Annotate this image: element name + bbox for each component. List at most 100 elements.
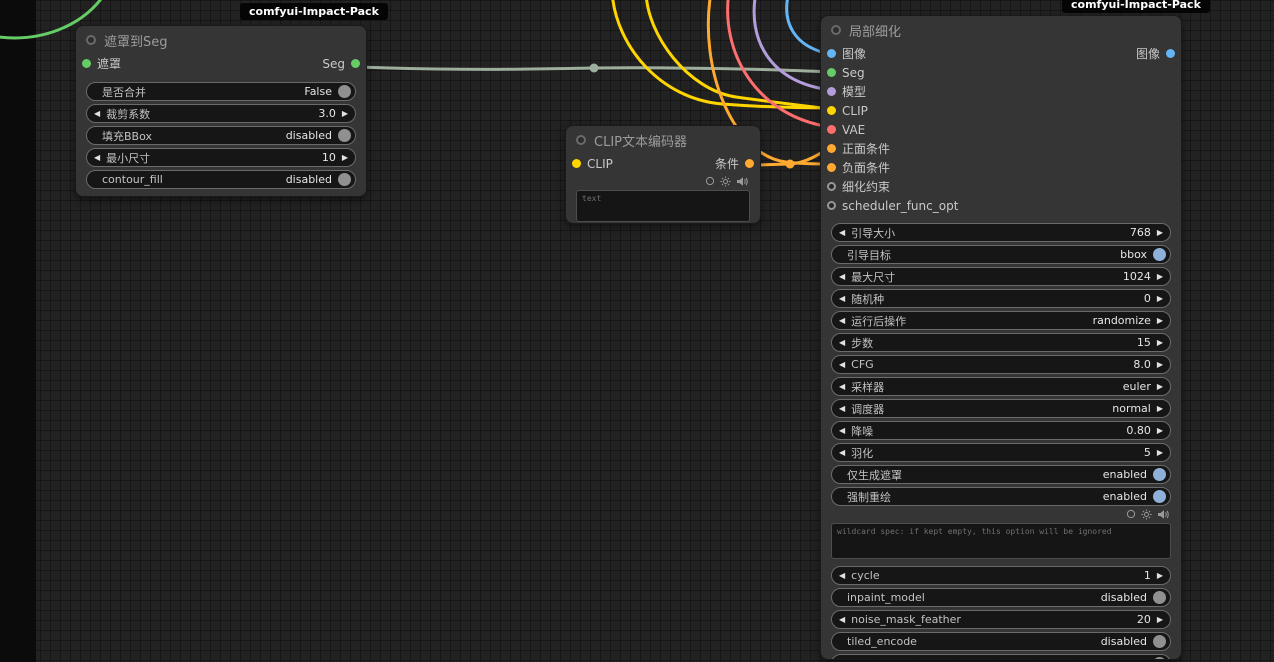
decrement-arrow-icon[interactable]: ◀: [94, 110, 100, 118]
decrement-arrow-icon[interactable]: ◀: [839, 427, 845, 435]
port-dot[interactable]: [827, 144, 836, 153]
toggle-knob[interactable]: [1153, 490, 1166, 503]
port-dot[interactable]: [745, 159, 754, 168]
decrement-arrow-icon[interactable]: ◀: [839, 339, 845, 347]
decrement-arrow-icon[interactable]: ◀: [839, 449, 845, 457]
input-port-negative-conditioning[interactable]: 负面条件: [827, 159, 890, 176]
widget-feather[interactable]: ◀ 羽化 5 ▶: [831, 443, 1171, 462]
output-port-conditioning[interactable]: 条件: [715, 155, 754, 172]
port-dot[interactable]: [827, 201, 836, 210]
input-port-model[interactable]: 模型: [827, 83, 866, 100]
widget-seed[interactable]: ◀ 随机种 0 ▶: [831, 289, 1171, 308]
widget-min-size[interactable]: ◀ 最小尺寸 10 ▶: [86, 148, 356, 167]
increment-arrow-icon[interactable]: ▶: [1157, 572, 1163, 580]
input-port-image[interactable]: 图像: [827, 45, 866, 62]
port-dot[interactable]: [351, 59, 360, 68]
widget-combine[interactable]: 是否合并 False: [86, 82, 356, 101]
circle-icon[interactable]: [1126, 509, 1136, 519]
node-title-bar[interactable]: 遮罩到Seg: [76, 26, 366, 54]
port-dot[interactable]: [1166, 49, 1175, 58]
widget-denoise[interactable]: ◀ 降噪 0.80 ▶: [831, 421, 1171, 440]
input-port-seg[interactable]: Seg: [827, 66, 865, 80]
increment-arrow-icon[interactable]: ▶: [1157, 427, 1163, 435]
increment-arrow-icon[interactable]: ▶: [1157, 229, 1163, 237]
port-dot[interactable]: [827, 68, 836, 77]
wildcard-text-input[interactable]: wildcard spec: if kept empty, this optio…: [831, 523, 1171, 559]
toggle-knob[interactable]: [1153, 657, 1166, 660]
increment-arrow-icon[interactable]: ▶: [1157, 295, 1163, 303]
increment-arrow-icon[interactable]: ▶: [1157, 339, 1163, 347]
widget-tiled-decode[interactable]: tiled_decode disabled: [831, 654, 1171, 660]
increment-arrow-icon[interactable]: ▶: [342, 110, 348, 118]
widget-steps[interactable]: ◀ 步数 15 ▶: [831, 333, 1171, 352]
decrement-arrow-icon[interactable]: ◀: [839, 317, 845, 325]
input-port-vae[interactable]: VAE: [827, 123, 865, 137]
input-port-positive-conditioning[interactable]: 正面条件: [827, 140, 890, 157]
toggle-knob[interactable]: [338, 129, 351, 142]
increment-arrow-icon[interactable]: ▶: [342, 154, 348, 162]
port-dot[interactable]: [572, 159, 581, 168]
increment-arrow-icon[interactable]: ▶: [1157, 361, 1163, 369]
port-dot[interactable]: [827, 87, 836, 96]
widget-inpaint-model[interactable]: inpaint_model disabled: [831, 588, 1171, 607]
toggle-knob[interactable]: [1153, 248, 1166, 261]
increment-arrow-icon[interactable]: ▶: [1157, 317, 1163, 325]
toggle-knob[interactable]: [338, 85, 351, 98]
port-dot[interactable]: [82, 59, 91, 68]
output-port-image[interactable]: 图像: [1136, 45, 1175, 62]
port-dot[interactable]: [827, 49, 836, 58]
widget-fill-bbox[interactable]: 填充BBox disabled: [86, 126, 356, 145]
widget-sampler[interactable]: ◀ 采样器 euler ▶: [831, 377, 1171, 396]
decrement-arrow-icon[interactable]: ◀: [839, 405, 845, 413]
increment-arrow-icon[interactable]: ▶: [1157, 405, 1163, 413]
decrement-arrow-icon[interactable]: ◀: [839, 273, 845, 281]
widget-crop-factor[interactable]: ◀ 裁剪系数 3.0 ▶: [86, 104, 356, 123]
increment-arrow-icon[interactable]: ▶: [1157, 449, 1163, 457]
increment-arrow-icon[interactable]: ▶: [1157, 383, 1163, 391]
speaker-icon[interactable]: [1157, 509, 1169, 520]
gear-icon[interactable]: [1141, 509, 1152, 520]
widget-contour-fill[interactable]: contour_fill disabled: [86, 170, 356, 189]
decrement-arrow-icon[interactable]: ◀: [839, 383, 845, 391]
decrement-arrow-icon[interactable]: ◀: [839, 295, 845, 303]
widget-control-after-generate[interactable]: ◀ 运行后操作 randomize ▶: [831, 311, 1171, 330]
decrement-arrow-icon[interactable]: ◀: [839, 361, 845, 369]
decrement-arrow-icon[interactable]: ◀: [839, 229, 845, 237]
conditioning-link-reroute-dot[interactable]: [786, 160, 795, 169]
input-port-mask[interactable]: 遮罩: [82, 55, 121, 72]
circle-icon[interactable]: [705, 176, 715, 186]
decrement-arrow-icon[interactable]: ◀: [94, 154, 100, 162]
decrement-arrow-icon[interactable]: ◀: [839, 572, 845, 580]
segs-link-reroute-dot[interactable]: [590, 64, 599, 73]
toggle-knob[interactable]: [1153, 635, 1166, 648]
widget-force-inpaint[interactable]: 强制重绘 enabled: [831, 487, 1171, 506]
widget-tiled-encode[interactable]: tiled_encode disabled: [831, 632, 1171, 651]
input-port-clip[interactable]: CLIP: [572, 157, 613, 171]
toggle-knob[interactable]: [1153, 468, 1166, 481]
node-graph-canvas[interactable]: comfyui-Impact-Pack comfyui-Impact-Pack …: [0, 0, 1274, 662]
prompt-text-input[interactable]: text: [576, 190, 750, 222]
output-port-seg[interactable]: Seg: [322, 57, 360, 71]
port-dot[interactable]: [827, 106, 836, 115]
node-title-bar[interactable]: CLIP文本编码器: [566, 126, 760, 154]
decrement-arrow-icon[interactable]: ◀: [839, 616, 845, 624]
port-dot[interactable]: [827, 163, 836, 172]
speaker-icon[interactable]: [736, 176, 748, 187]
widget-guide-target[interactable]: 引导目标 bbox: [831, 245, 1171, 264]
input-port-clip[interactable]: CLIP: [827, 104, 868, 118]
toggle-knob[interactable]: [1153, 591, 1166, 604]
widget-cfg[interactable]: ◀ CFG 8.0 ▶: [831, 355, 1171, 374]
widget-scheduler[interactable]: ◀ 调度器 normal ▶: [831, 399, 1171, 418]
widget-max-size[interactable]: ◀ 最大尺寸 1024 ▶: [831, 267, 1171, 286]
widget-noise-mask-feather[interactable]: ◀ noise_mask_feather 20 ▶: [831, 610, 1171, 629]
increment-arrow-icon[interactable]: ▶: [1157, 273, 1163, 281]
gear-icon[interactable]: [720, 176, 731, 187]
node-title-bar[interactable]: 局部细化: [821, 16, 1181, 44]
port-dot[interactable]: [827, 182, 836, 191]
widget-guide-size[interactable]: ◀ 引导大小 768 ▶: [831, 223, 1171, 242]
widget-cycle[interactable]: ◀ cycle 1 ▶: [831, 566, 1171, 585]
input-port-scheduler-func-opt[interactable]: scheduler_func_opt: [827, 199, 958, 213]
toggle-knob[interactable]: [338, 173, 351, 186]
node-clip-text-encoder[interactable]: CLIP文本编码器 CLIP 条件 text: [565, 125, 761, 224]
node-mask-to-seg[interactable]: 遮罩到Seg 遮罩 Seg 是否合并 False ◀ 裁剪系数 3.0 ▶: [75, 25, 367, 197]
